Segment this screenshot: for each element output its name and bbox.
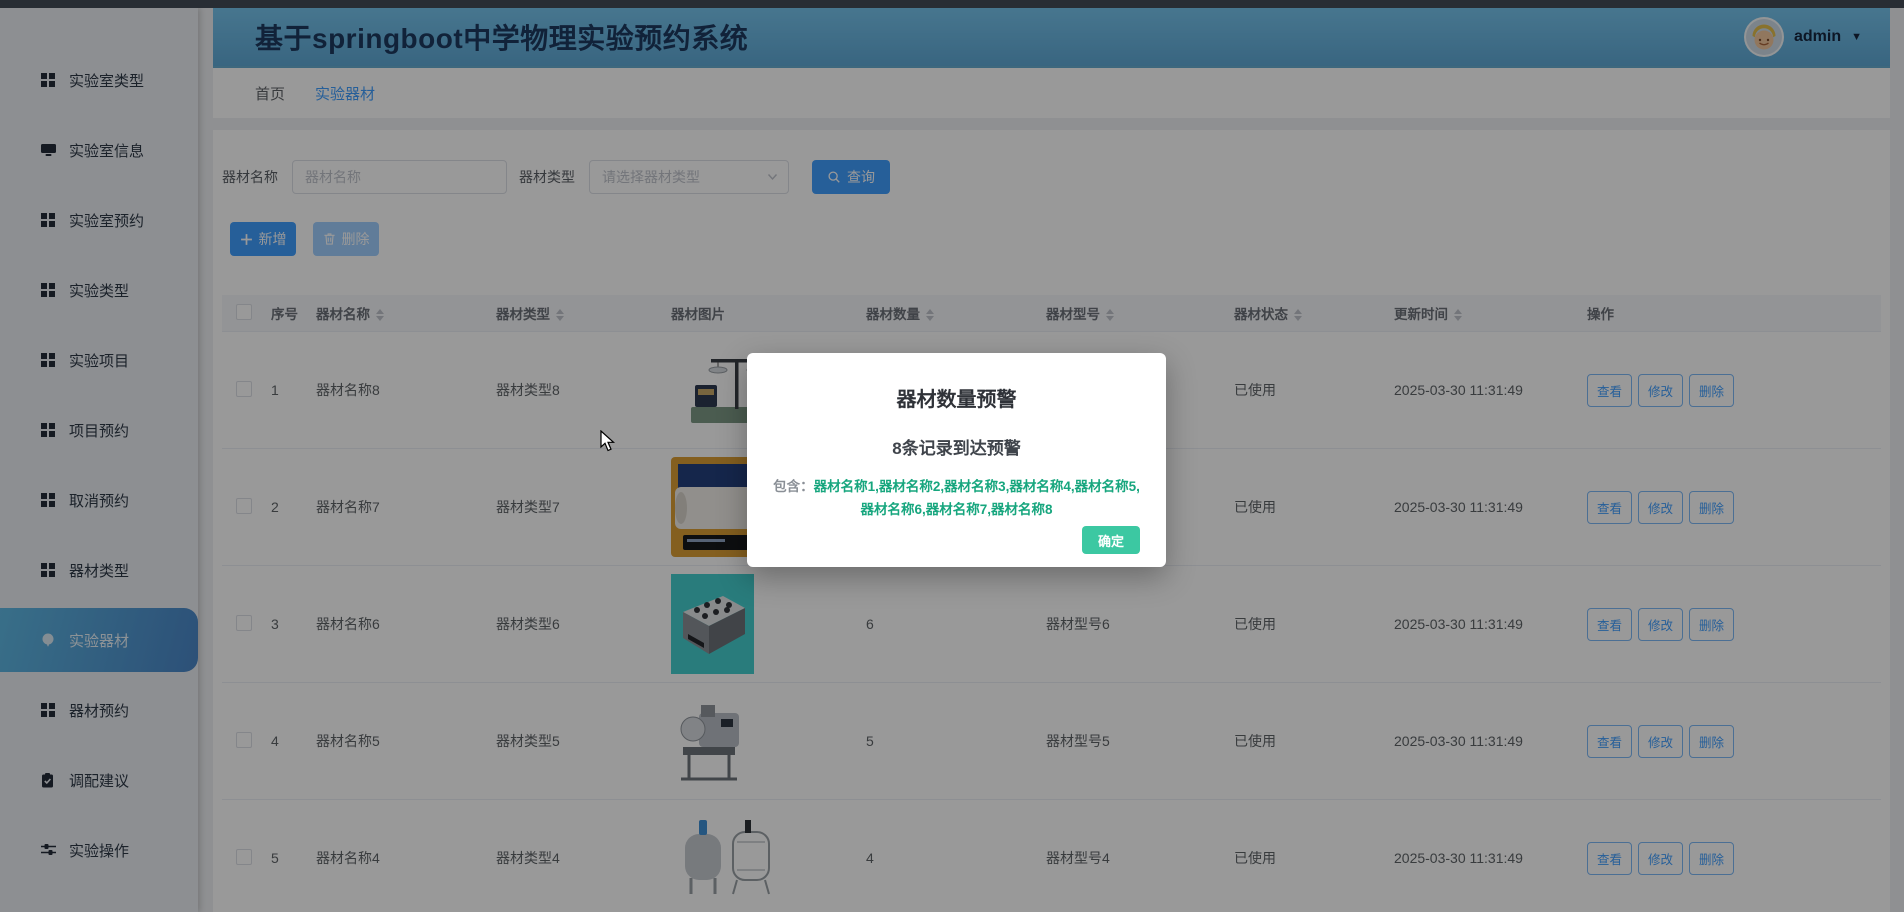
warning-modal: 器材数量预警 8条记录到达预警 包含：器材名称1,器材名称2,器材名称3,器材名…	[747, 353, 1166, 567]
modal-warning-items: 器材名称1,器材名称2,器材名称3,器材名称4,器材名称5,器材名称6,器材名称…	[814, 479, 1140, 517]
application-window: 实验室类型实验室信息实验室预约实验类型实验项目项目预约取消预约器材类型实验器材器…	[0, 0, 1904, 912]
modal-title: 器材数量预警	[747, 353, 1166, 412]
mouse-cursor	[600, 430, 619, 452]
modal-subtitle: 8条记录到达预警	[747, 434, 1166, 459]
modal-prefix: 包含：	[773, 479, 814, 494]
modal-body: 包含：器材名称1,器材名称2,器材名称3,器材名称4,器材名称5,器材名称6,器…	[771, 475, 1142, 521]
confirm-button[interactable]: 确定	[1082, 526, 1140, 554]
